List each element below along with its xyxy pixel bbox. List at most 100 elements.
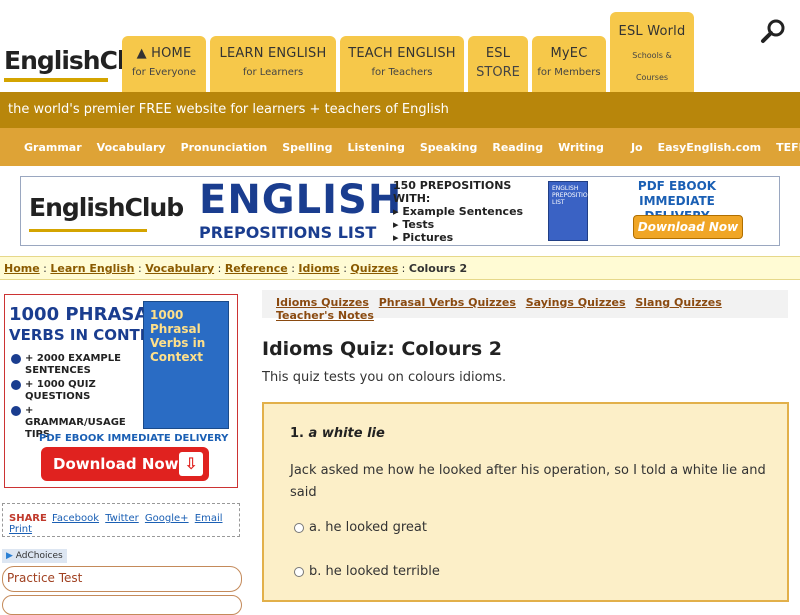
breadcrumb-idioms[interactable]: Idioms [298, 262, 339, 275]
share-label: SHARE [9, 513, 47, 524]
banner-book-text: ENGLISH PREPOSITIONS LIST [552, 185, 596, 206]
quiz-nav: Idioms Quizzes Phrasal Verbs Quizzes Say… [262, 290, 788, 322]
site-header: EnglishClub ▲ HOME for Everyone LEARN EN… [0, 0, 800, 92]
banner-bullet-text: Example Sentences [402, 205, 524, 218]
banner-bullet: ▸ Pictures [393, 231, 454, 244]
tab-eslworld-sub: Schools & [632, 51, 672, 60]
share-twitter[interactable]: Twitter [105, 513, 139, 524]
adchoices-label: AdChoices [15, 551, 63, 561]
practice-test-link[interactable]: Practice Test [2, 566, 242, 592]
sidebar-ad-bullets: + 2000 EXAMPLE SENTENCES + 1000 QUIZ QUE… [11, 353, 137, 443]
banner-ad[interactable]: EnglishClub ENGLISH PREPOSITIONS LIST 15… [20, 176, 780, 246]
bullet-icon [11, 354, 21, 364]
subnav-vocabulary[interactable]: Vocabulary [97, 141, 166, 154]
share-bar: SHARE Facebook Twitter Google+ Email Pri… [2, 503, 240, 537]
tab-learn-english[interactable]: LEARN ENGLISH for Learners [210, 36, 336, 92]
breadcrumb-vocabulary[interactable]: Vocabulary [145, 262, 214, 275]
answer-option-a[interactable]: a. he looked great [294, 520, 427, 535]
tab-myec-label: MyEC [550, 46, 588, 61]
banner-pdf-line1: PDF EBOOK [637, 179, 717, 193]
subnav-jo[interactable]: Jo [631, 141, 643, 154]
tab-esl-label: ESL [485, 46, 511, 61]
tab-esl-world[interactable]: ESL World Schools & Courses [610, 12, 694, 92]
quiz-question-box: 1. a white lie Jack asked me how he look… [262, 402, 789, 602]
logo-underline [4, 78, 108, 82]
quiznav-idioms[interactable]: Idioms Quizzes [276, 296, 369, 309]
subnav-grammar[interactable]: Grammar [24, 141, 82, 154]
subnav-spelling[interactable]: Spelling [282, 141, 332, 154]
tab-home-sub: for Everyone [132, 67, 196, 78]
page-title: Idioms Quiz: Colours 2 [262, 338, 503, 360]
subnav-easyenglish[interactable]: EasyEnglish.com [658, 141, 762, 154]
answer-option-b[interactable]: b. he looked terrible [294, 564, 440, 579]
sidebar-download-button[interactable]: Download Now! ⇩ [41, 447, 209, 481]
radio-button[interactable] [294, 566, 304, 577]
question-text: Jack asked me how he looked after his op… [290, 463, 766, 500]
adchoices-badge[interactable]: ▶ AdChoices [2, 549, 67, 563]
banner-download-button[interactable]: Download Now [633, 215, 743, 239]
breadcrumb-learn-english[interactable]: Learn English [50, 262, 134, 275]
tab-eslworld-sub2: Courses [635, 73, 669, 82]
sidebar-bullet: + 1000 QUIZ QUESTIONS [11, 379, 137, 403]
tab-myec-sub: for Members [537, 67, 601, 78]
share-email[interactable]: Email [195, 513, 223, 524]
sidebar-bullet: + 2000 EXAMPLE SENTENCES [11, 353, 137, 377]
sidebar-link-box[interactable] [2, 595, 242, 615]
banner-bullet: ▸ Tests [393, 218, 435, 231]
tab-home-label: HOME [151, 46, 192, 61]
question-number: 1. [290, 426, 304, 441]
breadcrumb-current: Colours 2 [408, 262, 468, 275]
tab-teach-sub: for Teachers [371, 67, 433, 78]
breadcrumb-reference[interactable]: Reference [225, 262, 288, 275]
tab-myec[interactable]: MyEC for Members [532, 36, 606, 92]
home-icon: ▲ [136, 46, 147, 61]
banner-book-cover: ENGLISH PREPOSITIONS LIST [548, 181, 596, 241]
tab-teach-english[interactable]: TEACH ENGLISH for Teachers [340, 36, 464, 92]
share-googleplus[interactable]: Google+ [145, 513, 189, 524]
tab-learn-label: LEARN ENGLISH [219, 46, 327, 61]
tab-esl-store[interactable]: ESL STORE [468, 36, 528, 92]
subnav-reading[interactable]: Reading [492, 141, 543, 154]
banner-bullet-text: Pictures [402, 231, 454, 244]
tagline-bar: the world's premier FREE website for lea… [0, 92, 800, 128]
tab-eslworld-label: ESL World [618, 24, 686, 39]
banner-heading: 150 PREPOSITIONS WITH: [393, 179, 512, 205]
quiznav-slang[interactable]: Slang Quizzes [635, 296, 721, 309]
subnav-speaking[interactable]: Speaking [420, 141, 477, 154]
bullet-icon [11, 406, 21, 416]
question-heading: 1. a white lie [290, 426, 385, 441]
share-print[interactable]: Print [9, 524, 32, 535]
adchoices-icon: ▶ [6, 551, 13, 561]
quiznav-phrasal-verbs[interactable]: Phrasal Verbs Quizzes [379, 296, 516, 309]
subnav-listening[interactable]: Listening [348, 141, 405, 154]
radio-button[interactable] [294, 522, 304, 533]
subnav-writing[interactable]: Writing [558, 141, 604, 154]
banner-feature-list: 150 PREPOSITIONS WITH: ▸ Example Sentenc… [393, 179, 523, 244]
sidebar-ad[interactable]: 1000 PHRASAL VERBS IN CONTEXT 1000 Phras… [4, 294, 238, 488]
sidebar-book-cover: 1000 Phrasal Verbs in Context [143, 301, 229, 429]
sidebar-bullet-text: + 2000 EXAMPLE SENTENCES [25, 353, 121, 376]
arrow-down-icon: ⇩ [179, 452, 203, 476]
banner-logo-underline [29, 229, 147, 232]
banner-english: ENGLISH [199, 177, 403, 223]
subnav-tefl[interactable]: TEFL.net [776, 141, 800, 154]
tab-teach-label: TEACH ENGLISH [348, 46, 456, 61]
tab-home[interactable]: ▲ HOME for Everyone [122, 36, 206, 92]
breadcrumb-quizzes[interactable]: Quizzes [350, 262, 398, 275]
sidebar-download-label: Download Now! [53, 455, 186, 473]
sidebar-book-title: 1000 Phrasal Verbs in Context [150, 308, 206, 364]
banner-prepositions: PREPOSITIONS LIST [199, 223, 377, 242]
breadcrumb-home[interactable]: Home [4, 262, 40, 275]
search-icon[interactable] [760, 18, 786, 44]
quiznav-teachers-notes[interactable]: Teacher's Notes [276, 309, 374, 322]
sidebar-pdf-text: PDF EBOOK IMMEDIATE DELIVERY [39, 433, 229, 444]
tab-esl-sub: STORE [476, 65, 520, 80]
quiznav-sayings[interactable]: Sayings Quizzes [526, 296, 626, 309]
breadcrumb: Home : Learn English : Vocabulary : Refe… [0, 256, 800, 280]
banner-bullet-text: Tests [402, 218, 435, 231]
share-facebook[interactable]: Facebook [52, 513, 99, 524]
question-idiom: a white lie [308, 426, 385, 441]
bullet-icon [11, 380, 21, 390]
tab-learn-sub: for Learners [242, 67, 304, 78]
subnav-pronunciation[interactable]: Pronunciation [181, 141, 268, 154]
